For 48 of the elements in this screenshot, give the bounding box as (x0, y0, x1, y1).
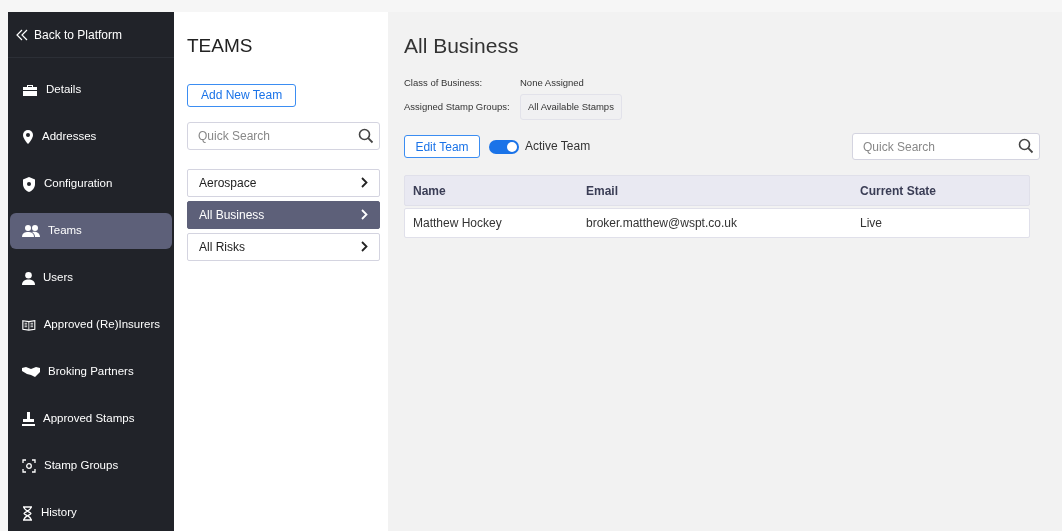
briefcase-icon (22, 83, 38, 97)
sidebar-item[interactable]: Users (10, 260, 172, 296)
chevron-right-icon (361, 209, 368, 220)
sidebar-item[interactable]: Stamp Groups (10, 448, 172, 484)
table-cell-text: broker.matthew@wspt.co.uk (586, 215, 738, 232)
double-chevron-icon (16, 28, 28, 41)
panel-title: TEAMS (187, 34, 254, 58)
table-cell-text: Matthew Hockey (413, 215, 503, 232)
field-label: Assigned Stamp Groups: (404, 99, 511, 114)
sidebar-item[interactable]: Approved Stamps (10, 401, 172, 437)
table-row[interactable]: Matthew Hockey broker.matthew@wspt.co.uk Live (404, 208, 1030, 238)
search-field[interactable]: Quick Search (187, 121, 380, 150)
toggle-switch[interactable] (489, 139, 519, 154)
field-label: Class of Business: (404, 75, 484, 90)
add-team-button[interactable]: Add New Team (187, 83, 297, 107)
team-title: All Business (404, 33, 520, 59)
table-cell-text: Live (860, 215, 883, 232)
column-header: Name (413, 182, 447, 200)
book-icon (22, 318, 36, 332)
chevron-right-icon (361, 241, 368, 252)
toggle-label: Active Team (525, 137, 591, 155)
search-icon (358, 127, 374, 144)
shield-icon (22, 176, 36, 192)
chevron-right-icon (361, 177, 368, 188)
search-icon (1018, 138, 1034, 154)
sidebar-item[interactable]: History (10, 495, 172, 531)
sidebar-item[interactable]: Details (10, 72, 172, 108)
scan-icon (22, 459, 36, 473)
field-value: None Assigned (520, 75, 584, 90)
column-header: Current State (860, 182, 937, 200)
sidebar-item[interactable]: Approved (Re)Insurers (10, 307, 172, 343)
people-icon (22, 225, 40, 237)
team-list-item[interactable]: All Risks (187, 232, 380, 261)
sidebar-item[interactable]: Teams (10, 213, 172, 249)
column-header: Email (586, 182, 619, 200)
location-pin-icon (22, 130, 34, 144)
team-list-item[interactable]: All Business (187, 200, 380, 229)
stamp-group-tag: All Available Stamps (520, 93, 622, 120)
team-list-item[interactable]: Aerospace (187, 168, 380, 197)
edit-team-button[interactable]: Edit Team (404, 135, 480, 158)
sidebar-item[interactable]: Broking Partners (10, 354, 172, 390)
hourglass-icon (22, 505, 33, 521)
search-field[interactable]: Quick Search (852, 133, 1040, 160)
sidebar-item[interactable]: Configuration (10, 166, 172, 202)
stamp-icon (22, 412, 35, 426)
person-icon (22, 271, 35, 285)
sidebar-item[interactable]: Addresses (10, 119, 172, 155)
back-link[interactable]: Back to Platform (16, 25, 123, 44)
